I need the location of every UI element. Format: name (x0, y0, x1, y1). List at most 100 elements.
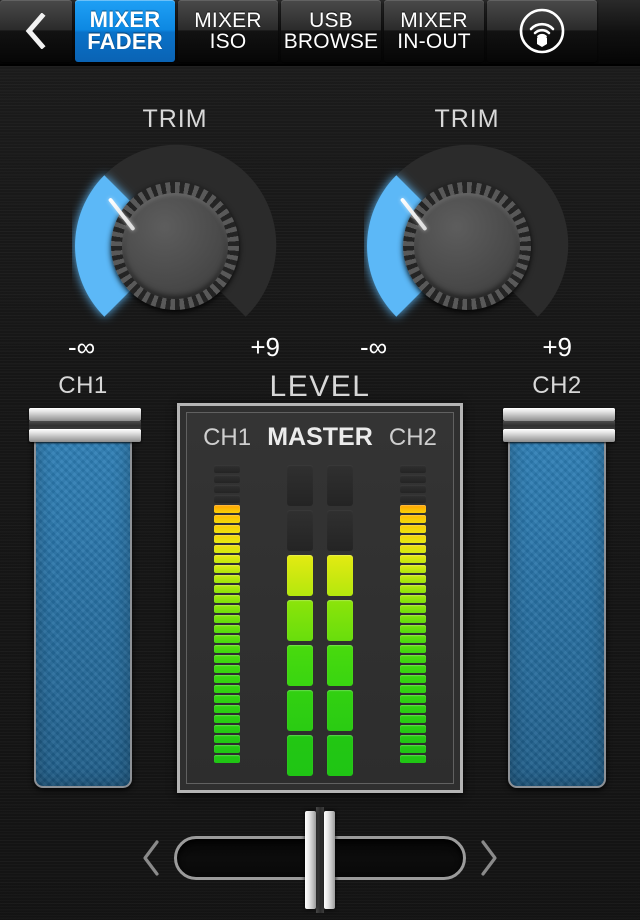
meter-segment (327, 555, 353, 596)
meter-segment (399, 735, 426, 743)
meter-segment (399, 605, 426, 613)
tab-usb-browse[interactable]: USB BROWSE (281, 0, 381, 62)
back-button[interactable] (0, 0, 72, 62)
meter-segment (399, 725, 426, 733)
fader-ch1-handle[interactable] (29, 408, 141, 442)
meter-slot-master (268, 465, 373, 776)
meter-segment (214, 745, 241, 753)
meter-segment (214, 725, 241, 733)
level-meter-panel-inner: CH1 MASTER CH2 (186, 412, 454, 784)
meter-segment (399, 625, 426, 633)
chevron-left-icon (25, 13, 46, 49)
meter-segment (327, 690, 353, 731)
meter-segment (327, 600, 353, 641)
level-meter-panel: CH1 MASTER CH2 (177, 403, 463, 793)
trim-left-knob-ridges (111, 182, 239, 310)
meter-slot-ch1 (187, 465, 268, 763)
meter-segment (214, 615, 241, 623)
meter-segment (214, 495, 241, 503)
trim-control-right: TRIM -∞ +9 (342, 105, 592, 362)
meter-bar-ch1 (214, 465, 241, 763)
tab-mixer-in-out[interactable]: MIXER IN-OUT (384, 0, 484, 62)
meter-segment (287, 465, 313, 506)
tab-mixer-fader[interactable]: MIXER FADER (75, 0, 175, 62)
meter-segment (399, 545, 426, 553)
meter-segment (399, 655, 426, 663)
meter-segment (399, 475, 426, 483)
meter-segment (399, 505, 426, 513)
meter-group (187, 465, 453, 780)
meter-segment (287, 555, 313, 596)
trim-left-label: TRIM (142, 105, 208, 133)
trim-right-max-label: +9 (542, 332, 572, 362)
meter-segment (214, 605, 241, 613)
trim-control-left: TRIM -∞ +9 (50, 105, 300, 362)
meter-segment (214, 695, 241, 703)
meter-segment (214, 685, 241, 693)
meter-segment (214, 575, 241, 583)
trim-right-knob[interactable] (364, 143, 570, 349)
meter-segment (399, 675, 426, 683)
meter-segment (214, 635, 241, 643)
meter-segment (214, 665, 241, 673)
crossfader-right-arrow[interactable] (476, 836, 502, 880)
meter-segment (214, 645, 241, 653)
meter-segment (214, 755, 241, 763)
tab-mixer-iso-line2: ISO (209, 30, 247, 53)
trim-left-max-label: +9 (250, 332, 280, 362)
meter-segment (214, 705, 241, 713)
trim-right-knob-ridges (403, 182, 531, 310)
fader-ch2: CH2 (487, 372, 627, 788)
fader-ch1-handle-bar-top (29, 408, 141, 421)
crossfader-handle[interactable] (305, 807, 335, 913)
meter-segment (214, 515, 241, 523)
fader-ch2-track[interactable] (503, 408, 615, 788)
fader-ch2-handle-bar-mid (503, 421, 615, 429)
meter-segment (214, 535, 241, 543)
fader-ch2-handle[interactable] (503, 408, 615, 442)
meter-segment (214, 485, 241, 493)
meter-bar-master-right (327, 465, 353, 776)
crossfader-handle-bar-left (305, 811, 316, 909)
wireless-button[interactable] (487, 0, 597, 62)
meter-segment (214, 675, 241, 683)
meter-segment (399, 495, 426, 503)
trim-right-label: TRIM (434, 105, 500, 133)
fader-ch1: CH1 (13, 372, 153, 788)
trim-left-min-label: -∞ (68, 332, 96, 362)
meter-segment (287, 735, 313, 776)
meter-segment (399, 575, 426, 583)
tab-usb-browse-line1: USB (309, 9, 353, 32)
meter-segment (214, 585, 241, 593)
meter-segment (214, 565, 241, 573)
meter-segment (287, 510, 313, 551)
meter-segment (214, 475, 241, 483)
tab-mixer-in-out-line2: IN-OUT (397, 30, 471, 53)
meter-segment (399, 565, 426, 573)
meter-segment (399, 515, 426, 523)
meter-bar-ch2 (399, 465, 426, 763)
crossfader-track[interactable] (174, 807, 466, 913)
meter-segment (327, 735, 353, 776)
meter-segment (399, 645, 426, 653)
trim-left-knob[interactable] (72, 143, 278, 349)
meter-segment (214, 525, 241, 533)
fader-ch2-handle-bar-top (503, 408, 615, 421)
tab-mixer-in-out-line1: MIXER (400, 9, 468, 32)
meter-segment (327, 645, 353, 686)
tab-usb-browse-line2: BROWSE (283, 30, 379, 53)
meter-segment (399, 585, 426, 593)
meter-segment (399, 715, 426, 723)
meter-segment (287, 645, 313, 686)
meter-segment (214, 655, 241, 663)
crossfader-left-arrow[interactable] (138, 836, 164, 880)
tab-mixer-iso[interactable]: MIXER ISO (178, 0, 278, 62)
meter-segment (287, 600, 313, 641)
trim-right-min-label: -∞ (360, 332, 388, 362)
meter-header-master: MASTER (267, 423, 373, 451)
meter-segment (399, 555, 426, 563)
meter-segment (214, 465, 241, 473)
fader-ch1-track[interactable] (29, 408, 141, 788)
meter-segment (327, 510, 353, 551)
meter-segment (214, 505, 241, 513)
